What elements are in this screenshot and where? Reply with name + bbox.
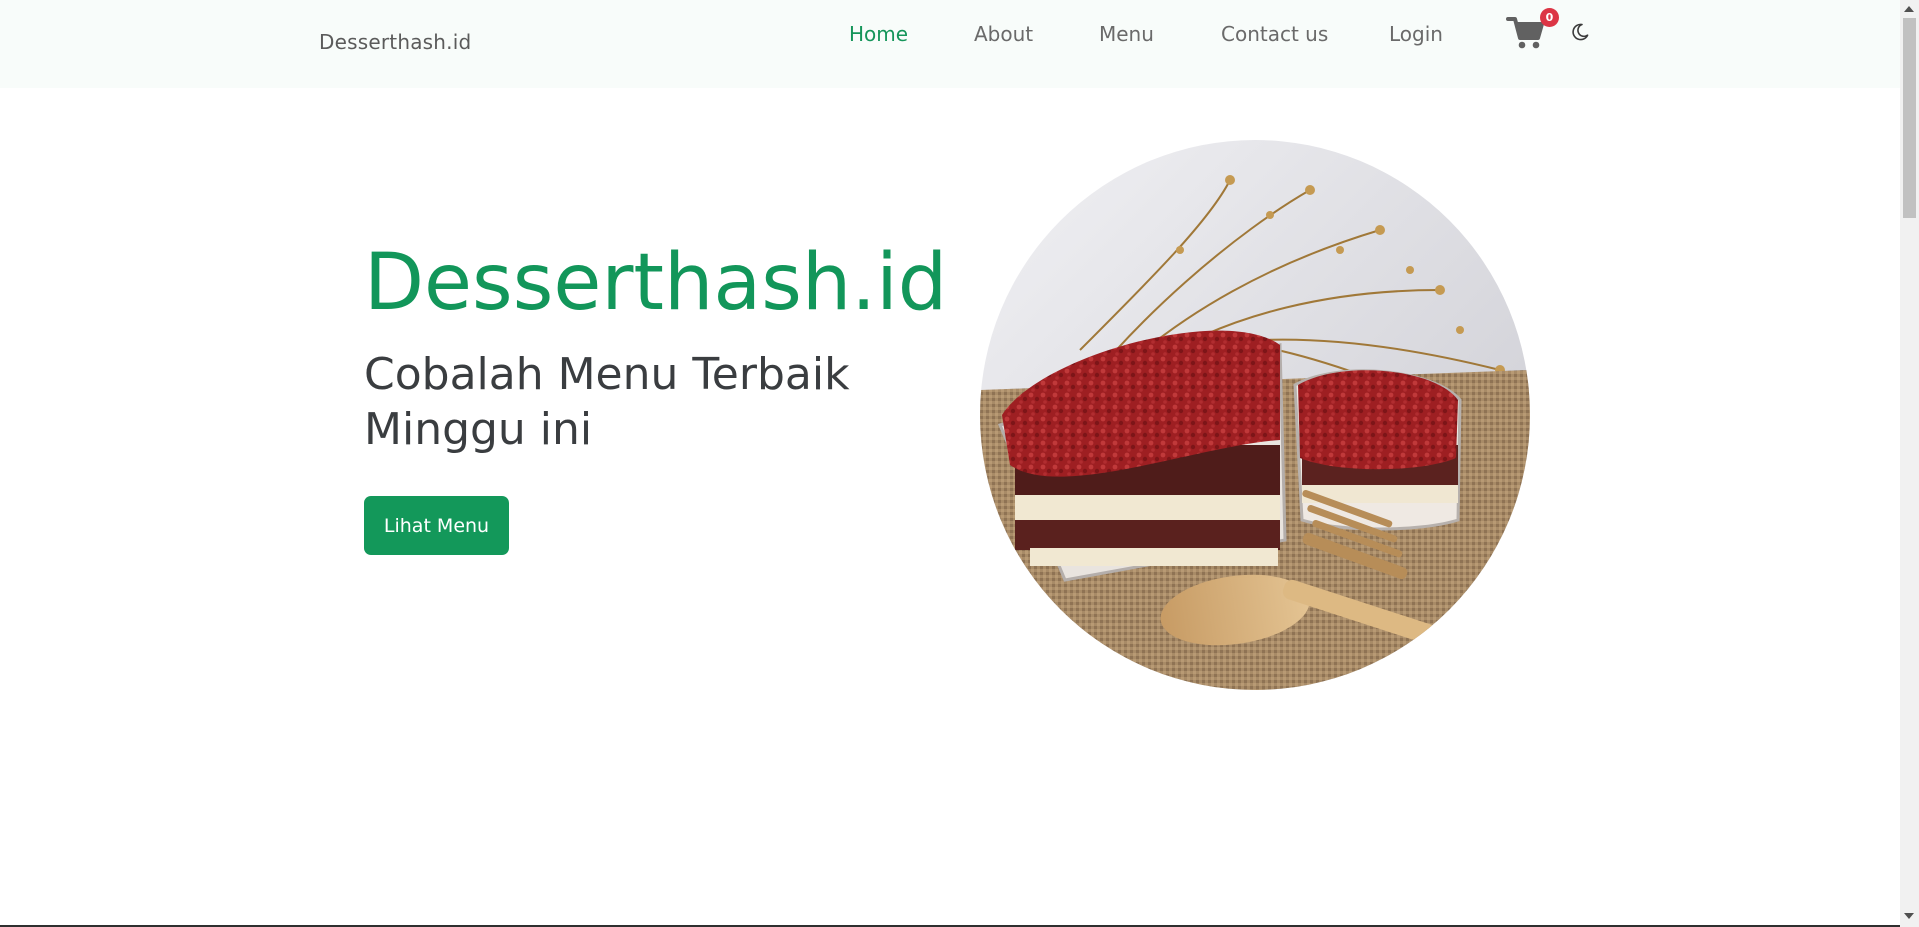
nav-link-menu[interactable]: Menu <box>1099 22 1154 46</box>
hero-subtitle: Cobalah Menu Terbaik Minggu ini <box>364 349 850 455</box>
scroll-down-arrow-icon[interactable] <box>1904 913 1914 919</box>
nav-link-contact[interactable]: Contact us <box>1221 22 1328 46</box>
navbar: Desserthash.id Home About Menu Contact u… <box>0 0 1900 88</box>
nav-link-login[interactable]: Login <box>1389 22 1443 46</box>
cart-count-badge: 0 <box>1540 8 1559 27</box>
lihat-menu-button[interactable]: Lihat Menu <box>364 496 509 555</box>
nav-link-about[interactable]: About <box>974 22 1033 46</box>
scrollbar-thumb[interactable] <box>1903 18 1916 218</box>
moon-icon[interactable] <box>1570 22 1590 42</box>
page: Desserthash.id Home About Menu Contact u… <box>0 0 1919 927</box>
brand-link[interactable]: Desserthash.id <box>319 30 471 54</box>
dessert-photo <box>980 140 1530 690</box>
hero-title: Desserthash.id <box>364 238 948 328</box>
scroll-up-arrow-icon[interactable] <box>1904 6 1914 12</box>
nav-link-home[interactable]: Home <box>849 22 908 46</box>
